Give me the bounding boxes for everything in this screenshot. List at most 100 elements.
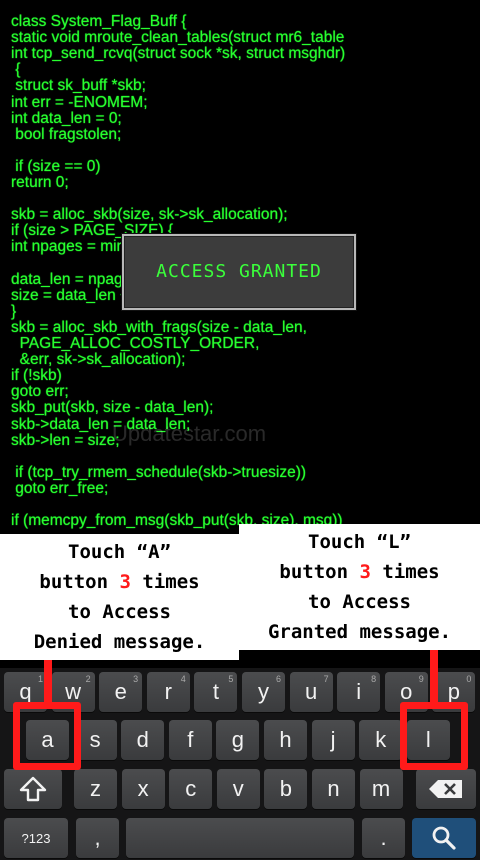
callout-a-line4: Denied message. (33, 631, 206, 653)
key-e[interactable]: e3 (99, 672, 143, 712)
code-line: int data_len = 0; (11, 109, 122, 127)
symbols-key-label: ?123 (21, 830, 51, 846)
key-k[interactable]: k (359, 720, 403, 760)
period-key[interactable]: . (362, 818, 405, 858)
code-line: static void mroute_clean_tables(struct m… (11, 29, 345, 47)
code-line: skb_put(skb, size - data_len); (11, 399, 214, 417)
callout-l-line2a: button (279, 561, 360, 583)
code-line: int err = -ENOMEM; (11, 93, 148, 111)
period-key-label: . (380, 825, 387, 850)
key-r-label: r (164, 679, 172, 704)
key-v-label: v (232, 776, 244, 801)
key-k-label: k (375, 727, 387, 752)
key-p-hint: 0 (466, 674, 472, 684)
key-o-hint: 9 (418, 674, 424, 684)
search-key[interactable] (412, 818, 476, 858)
key-v[interactable]: v (216, 769, 260, 809)
space-key[interactable] (126, 818, 354, 858)
callout-a-line3: to Access (68, 601, 171, 623)
key-b-label: b (279, 776, 293, 801)
key-f-label: f (187, 727, 194, 752)
pointer-line-a (44, 660, 52, 702)
code-line: skb = alloc_skb_with_frags(size - data_l… (11, 318, 307, 336)
key-j-label: j (330, 727, 336, 752)
code-line: skb = alloc_skb(size, sk->sk_allocation)… (11, 206, 288, 224)
comma-key-label: , (94, 825, 101, 850)
key-r[interactable]: r4 (146, 672, 190, 712)
key-n[interactable]: n (312, 769, 355, 809)
key-t-label: t (212, 679, 219, 704)
backspace-key[interactable] (416, 769, 476, 809)
code-line: goto err; (11, 383, 69, 401)
key-h-label: h (279, 727, 292, 752)
key-f[interactable]: f (168, 720, 212, 760)
callout-a-line2b: times (130, 571, 200, 593)
code-line: bool fragstolen; (11, 125, 122, 143)
callout-a-line1: Touch “A” (68, 541, 171, 563)
highlight-key-a (13, 702, 81, 770)
highlight-key-l (400, 702, 468, 770)
key-z[interactable]: z (74, 769, 117, 809)
callout-l-line2b: times (370, 561, 440, 583)
key-t-hint: 5 (228, 674, 234, 684)
key-z-label: z (90, 776, 101, 801)
shift-arrow-icon (19, 776, 47, 802)
callout-l-line1: Touch “L” (308, 531, 411, 553)
key-i-label: i (356, 679, 362, 704)
code-line: &err, sk->sk_allocation); (11, 351, 186, 369)
watermark: Updatestar.com (112, 421, 267, 446)
key-d-label: d (136, 727, 149, 752)
callout-l-count: 3 (359, 561, 371, 583)
key-u-hint: 7 (323, 674, 329, 684)
key-i[interactable]: i8 (337, 672, 381, 712)
key-d[interactable]: d (121, 720, 165, 760)
shift-key[interactable] (4, 769, 62, 809)
comma-key[interactable]: , (76, 818, 119, 858)
key-w-hint: 2 (85, 674, 91, 684)
key-e-hint: 3 (133, 674, 139, 684)
callout-l-line4: Granted message. (267, 621, 452, 643)
key-y[interactable]: y6 (242, 672, 285, 712)
key-m[interactable]: m (359, 769, 403, 809)
code-line: int tcp_send_rcvq(struct sock *sk, struc… (11, 45, 346, 63)
code-line: goto err_free; (11, 479, 109, 497)
callout-a-count: 3 (119, 571, 131, 593)
pointer-line-l (430, 650, 438, 702)
code-line: if (size == 0) (11, 157, 101, 175)
key-b[interactable]: b (264, 769, 308, 809)
key-s-label: s (89, 727, 101, 752)
code-line: return 0; (11, 174, 69, 191)
key-q-hint: 1 (37, 674, 43, 684)
symbols-key[interactable]: ?123 (4, 818, 68, 858)
key-e-label: e (114, 679, 127, 704)
access-popup-text: ACCESS GRANTED (156, 261, 322, 282)
key-t[interactable]: t5 (194, 672, 238, 712)
code-line: { (11, 61, 21, 79)
key-c[interactable]: c (169, 769, 213, 809)
key-r-hint: 4 (180, 674, 186, 684)
key-u-label: u (304, 679, 318, 704)
code-line: class System_Flag_Buff { (11, 13, 187, 30)
code-line: if (!skb) (11, 367, 62, 385)
key-c-label: c (185, 776, 197, 801)
code-line: if (tcp_try_rmem_schedule(skb->truesize)… (11, 463, 307, 481)
key-n-label: n (327, 776, 340, 801)
search-icon (432, 826, 456, 850)
key-m-label: m (371, 776, 391, 801)
key-u[interactable]: u7 (289, 672, 333, 712)
key-g[interactable]: g (216, 720, 260, 760)
code-line: struct sk_buff *skb; (11, 77, 146, 95)
key-y-hint: 6 (275, 674, 281, 684)
key-y-label: y (258, 679, 269, 704)
key-x-label: x (137, 776, 149, 801)
key-g-label: g (231, 727, 245, 752)
key-j[interactable]: j (311, 720, 355, 760)
code-line: PAGE_ALLOC_COSTLY_ORDER, (11, 335, 260, 352)
key-x[interactable]: x (121, 769, 165, 809)
key-h[interactable]: h (264, 720, 307, 760)
access-popup: ACCESS GRANTED (122, 234, 356, 310)
callout-l: Touch “L” button 3 times to Access Grant… (239, 524, 480, 650)
